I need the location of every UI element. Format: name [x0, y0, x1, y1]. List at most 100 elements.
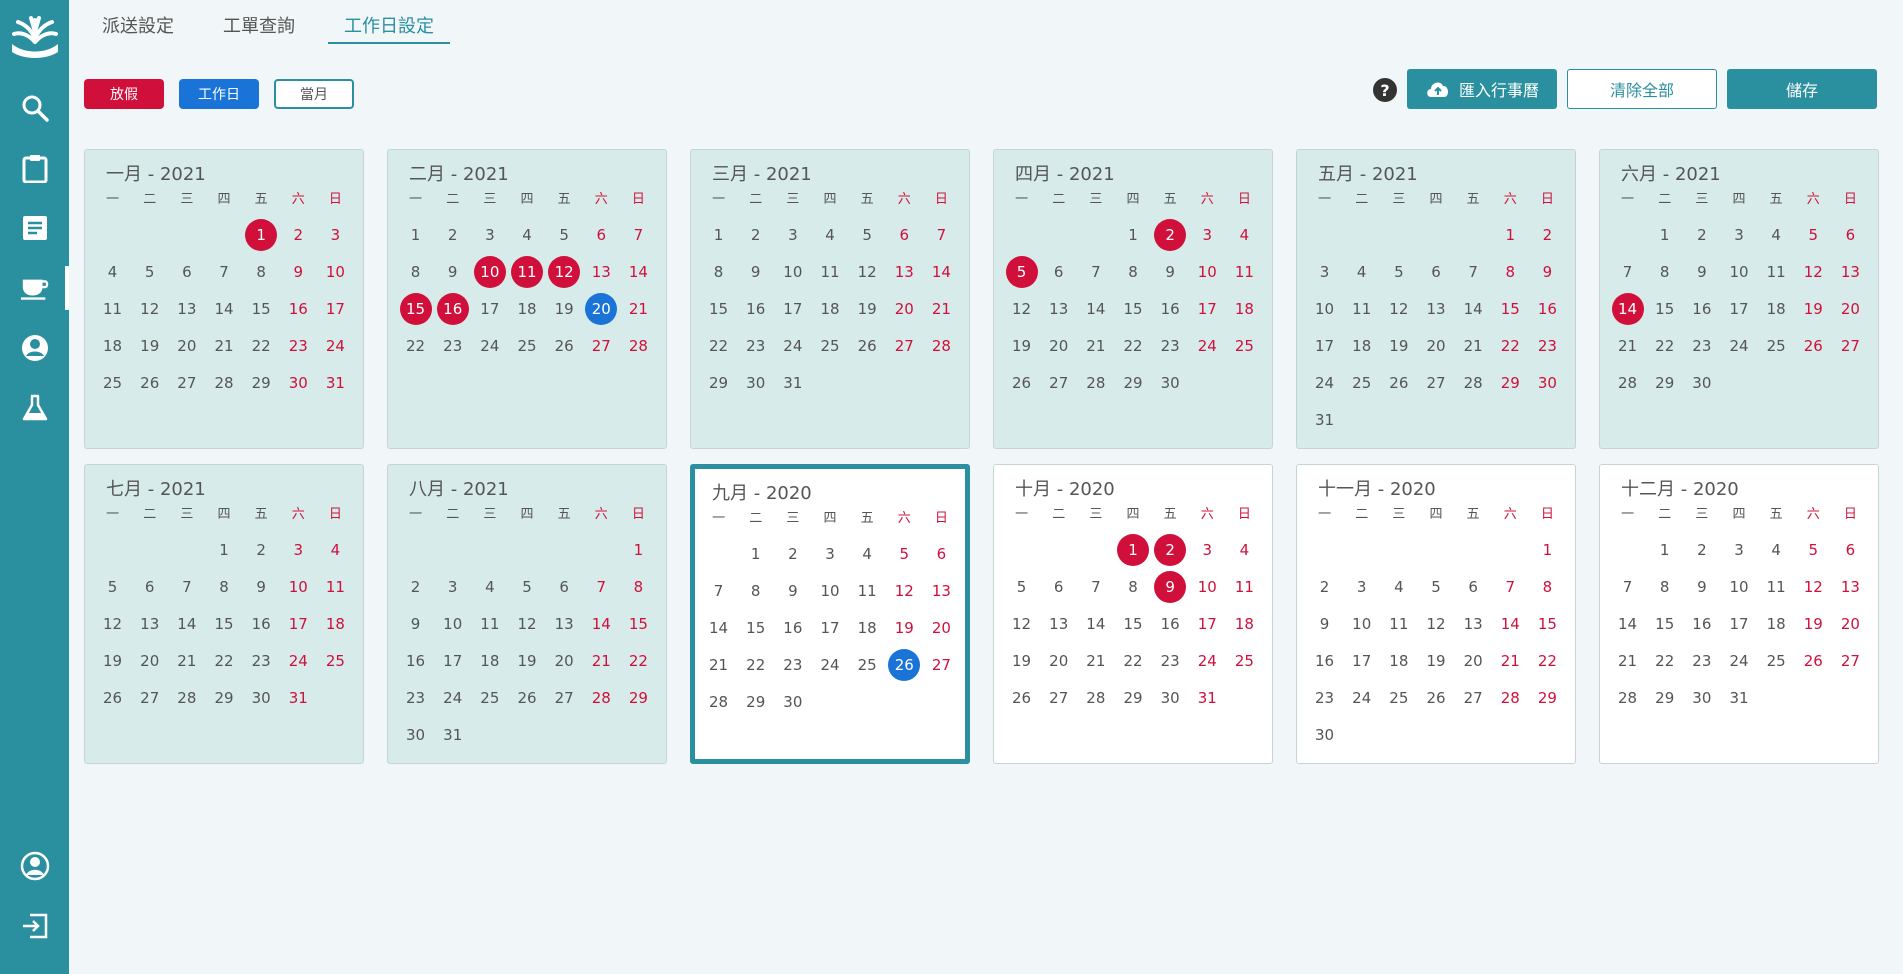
day-cell[interactable]: 16 [1152, 605, 1189, 642]
day-cell[interactable]: 2 [280, 216, 317, 253]
day-cell[interactable]: 27 [1040, 679, 1077, 716]
day-cell[interactable]: 26 [1417, 679, 1454, 716]
day-cell[interactable]: 29 [205, 679, 242, 716]
day-cell[interactable]: 13 [1832, 568, 1869, 605]
day-cell[interactable]: 9 [1683, 568, 1720, 605]
day-cell[interactable]: 20 [1040, 642, 1077, 679]
day-cell[interactable]: 13 [546, 605, 583, 642]
day-cell[interactable]: 16 [280, 290, 317, 327]
clear-all-button[interactable]: 清除全部 [1567, 69, 1717, 109]
day-cell[interactable]: 9 [1683, 253, 1720, 290]
day-cell[interactable]: 31 [317, 364, 354, 401]
day-cell[interactable]: 5 [1795, 216, 1832, 253]
day-cell[interactable]: 13 [131, 605, 168, 642]
day-cell[interactable]: 10 [1189, 253, 1226, 290]
day-cell[interactable]: 24 [434, 679, 471, 716]
day-cell[interactable]: 27 [923, 646, 960, 683]
day-cell[interactable]: 21 [1077, 327, 1114, 364]
day-cell[interactable]: 30 [397, 716, 434, 753]
day-cell[interactable]: 15 [1492, 290, 1529, 327]
day-cell[interactable]: 10 [1343, 605, 1380, 642]
day-cell[interactable]: 25 [508, 327, 545, 364]
day-cell[interactable]: 24 [774, 327, 811, 364]
day-cell[interactable]: 29 [1646, 679, 1683, 716]
day-cell[interactable]: 11 [471, 605, 508, 642]
day-cell[interactable]: 9 [1152, 253, 1189, 290]
day-cell[interactable]: 9 [280, 253, 317, 290]
day-cell[interactable]: 6 [1040, 253, 1077, 290]
day-cell[interactable]: 20 [131, 642, 168, 679]
day-cell[interactable]: 17 [1720, 605, 1757, 642]
day-cell[interactable]: 21 [1455, 327, 1492, 364]
day-cell[interactable]: 23 [397, 679, 434, 716]
day-cell[interactable]: 27 [1040, 364, 1077, 401]
day-cell[interactable]: 3 [1720, 531, 1757, 568]
day-cell[interactable]: 29 [737, 683, 774, 720]
day-cell[interactable]: 29 [1492, 364, 1529, 401]
day-cell[interactable]: 19 [508, 642, 545, 679]
day-cell[interactable]: 27 [886, 327, 923, 364]
day-cell[interactable]: 13 [886, 253, 923, 290]
day-cell[interactable]: 22 [1646, 642, 1683, 679]
day-cell[interactable]: 8 [397, 253, 434, 290]
day-cell[interactable]: 29 [1646, 364, 1683, 401]
day-cell[interactable]: 30 [243, 679, 280, 716]
day-cell[interactable]: 16 [1306, 642, 1343, 679]
day-cell[interactable]: 15 [1646, 290, 1683, 327]
import-calendar-button[interactable]: 匯入行事曆 [1407, 69, 1557, 109]
day-cell[interactable]: 5 [1003, 568, 1040, 605]
day-cell[interactable]: 25 [94, 364, 131, 401]
day-cell[interactable]: 1 [205, 531, 242, 568]
day-cell[interactable]: 11 [1758, 568, 1795, 605]
day-cell[interactable]: 20 [1455, 642, 1492, 679]
day-cell[interactable]: 6 [1832, 531, 1869, 568]
day-cell[interactable]: 9 [1306, 605, 1343, 642]
day-cell[interactable]: 25 [1758, 327, 1795, 364]
day-cell[interactable]: 7 [1609, 568, 1646, 605]
day-cell[interactable]: 28 [583, 679, 620, 716]
day-cell[interactable]: 6 [1417, 253, 1454, 290]
day-cell[interactable]: 31 [774, 364, 811, 401]
day-cell[interactable]: 18 [94, 327, 131, 364]
day-cell[interactable]: 27 [583, 327, 620, 364]
day-cell[interactable]: 28 [923, 327, 960, 364]
day-cell[interactable]: 15 [397, 290, 434, 327]
day-cell[interactable]: 14 [620, 253, 657, 290]
day-cell[interactable]: 19 [1795, 605, 1832, 642]
day-cell[interactable]: 11 [1758, 253, 1795, 290]
day-cell[interactable]: 22 [1114, 327, 1151, 364]
day-cell[interactable]: 19 [1417, 642, 1454, 679]
day-cell[interactable]: 11 [508, 253, 545, 290]
day-cell[interactable]: 17 [1189, 605, 1226, 642]
day-cell[interactable]: 16 [1683, 290, 1720, 327]
day-cell[interactable]: 15 [205, 605, 242, 642]
day-cell[interactable]: 23 [1152, 642, 1189, 679]
day-cell[interactable]: 28 [1492, 679, 1529, 716]
day-cell[interactable]: 29 [243, 364, 280, 401]
sidebar-item-account[interactable] [0, 838, 69, 894]
day-cell[interactable]: 3 [774, 216, 811, 253]
day-cell[interactable]: 28 [205, 364, 242, 401]
day-cell[interactable]: 2 [1683, 531, 1720, 568]
help-icon[interactable]: ? [1373, 78, 1397, 102]
day-cell[interactable]: 25 [1226, 642, 1263, 679]
day-cell[interactable]: 12 [1003, 290, 1040, 327]
day-cell[interactable]: 10 [434, 605, 471, 642]
day-cell[interactable]: 16 [1529, 290, 1566, 327]
day-cell[interactable]: 18 [1343, 327, 1380, 364]
day-cell[interactable]: 22 [243, 327, 280, 364]
day-cell[interactable]: 2 [434, 216, 471, 253]
day-cell[interactable]: 17 [1343, 642, 1380, 679]
day-cell[interactable]: 24 [1189, 327, 1226, 364]
day-cell[interactable]: 30 [280, 364, 317, 401]
day-cell[interactable]: 23 [774, 646, 811, 683]
day-cell[interactable]: 20 [923, 609, 960, 646]
day-cell[interactable]: 30 [1152, 679, 1189, 716]
day-cell[interactable]: 14 [1455, 290, 1492, 327]
day-cell[interactable]: 21 [923, 290, 960, 327]
sidebar-item-logout[interactable] [0, 898, 69, 954]
day-cell[interactable]: 31 [434, 716, 471, 753]
day-cell[interactable]: 26 [1003, 364, 1040, 401]
day-cell[interactable]: 17 [1306, 327, 1343, 364]
tab-dispatch-settings[interactable]: 派送設定 [86, 0, 190, 44]
